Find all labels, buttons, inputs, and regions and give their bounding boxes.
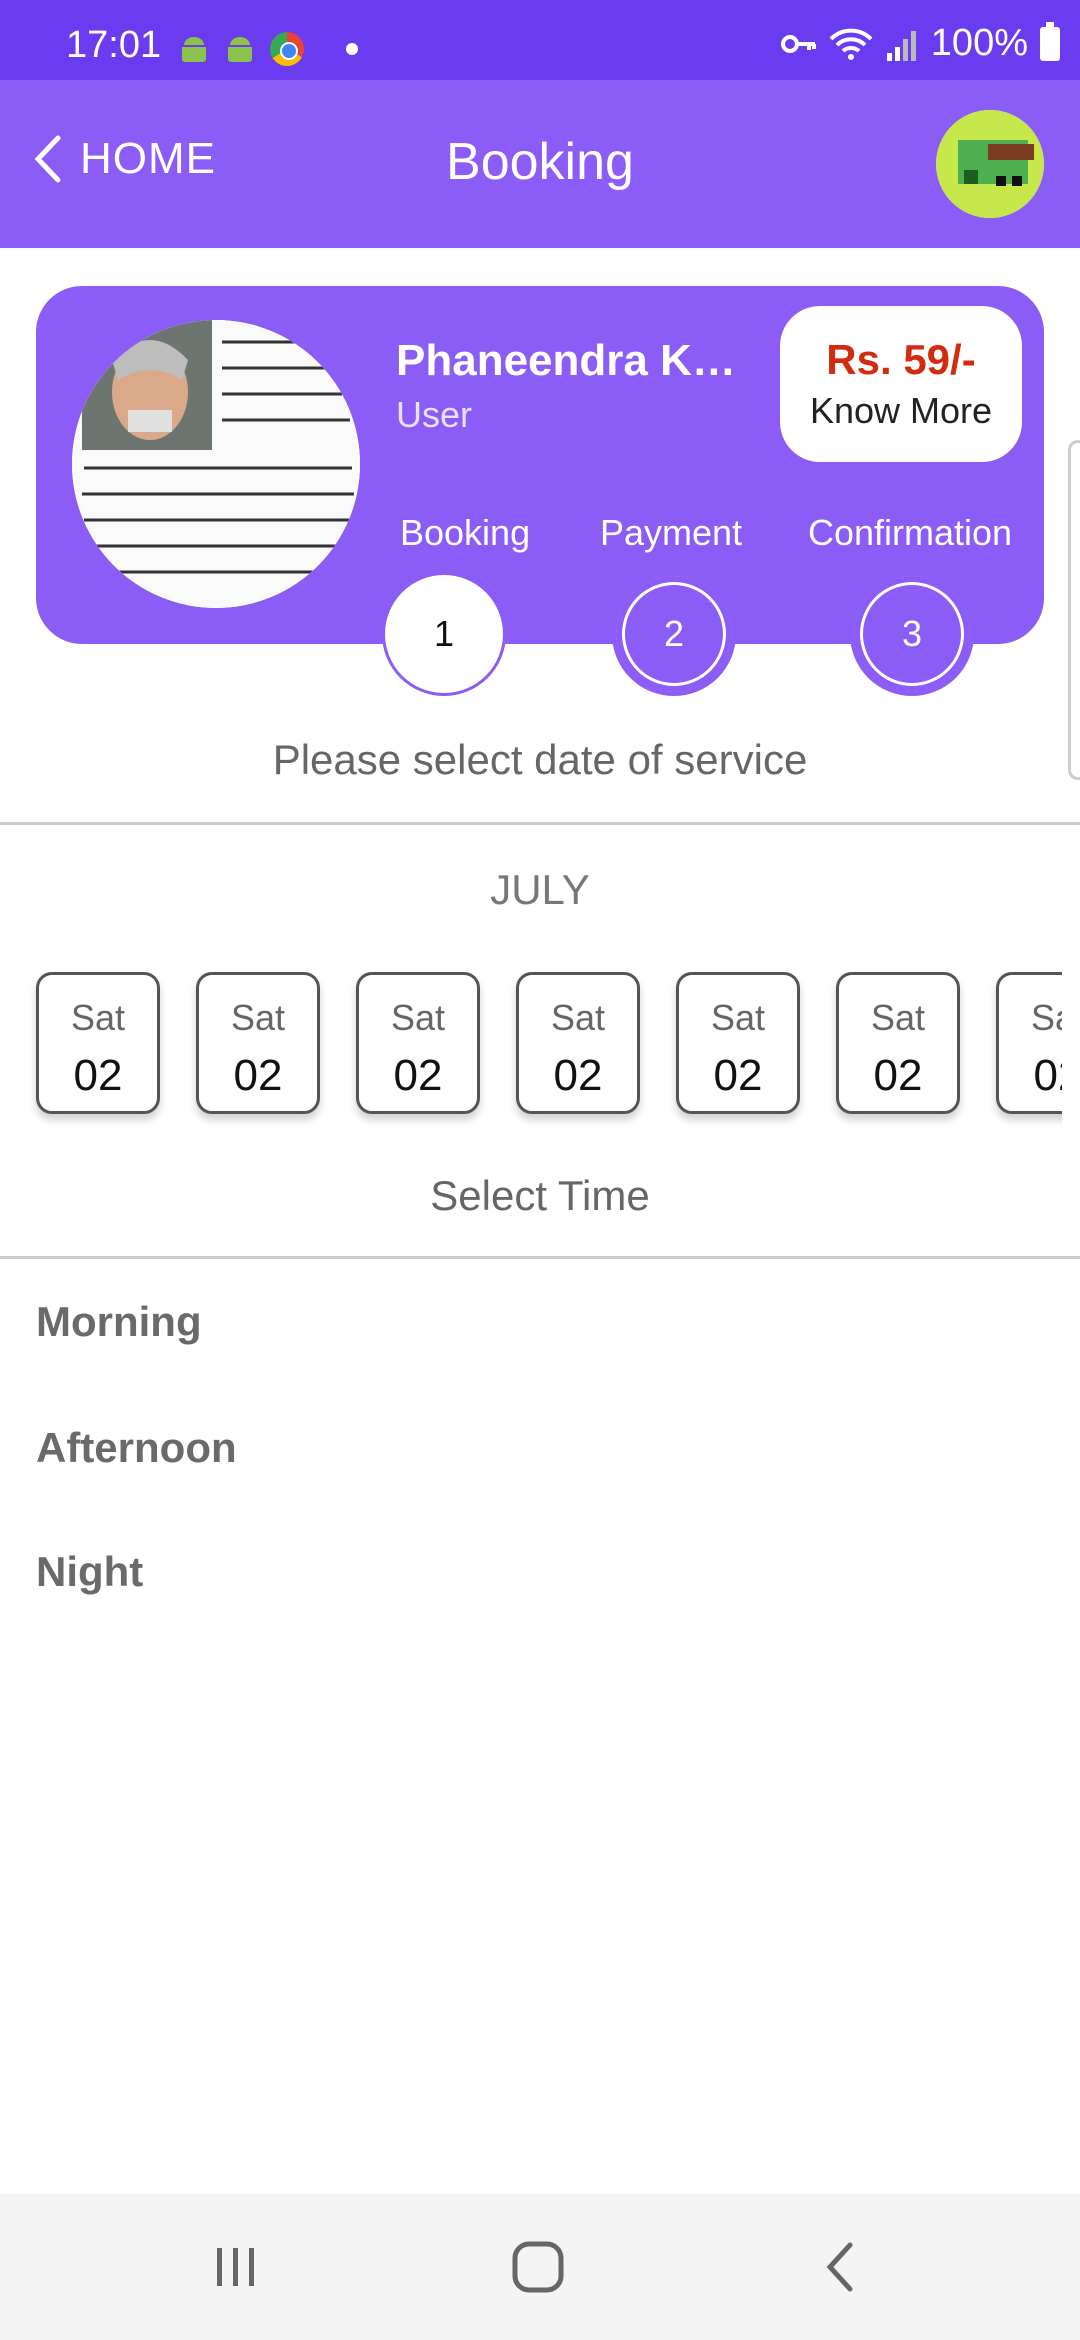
step-label-confirmation: Confirmation [808, 512, 1013, 553]
date-chip-day: Sat [710, 997, 766, 1038]
step-circle-payment: 2 [612, 572, 736, 696]
date-chip[interactable]: Sat 02 [996, 972, 1062, 1114]
home-button[interactable] [458, 2194, 618, 2340]
status-time: 17:01 [66, 24, 162, 66]
key-icon [780, 34, 816, 53]
back-icon [826, 2242, 853, 2292]
avatar-image-icon [936, 110, 1044, 218]
date-chip[interactable]: Sat 02 [36, 972, 160, 1114]
android-icon [228, 37, 252, 62]
page-title: Booking [446, 133, 634, 191]
date-chip[interactable]: Sat 02 [836, 972, 960, 1114]
date-chip[interactable]: Sat 02 [516, 972, 640, 1114]
date-chip-day: Sat [390, 997, 446, 1038]
date-strip[interactable]: Sat 02 Sat 02 Sat 02 Sat 02 Sat 02 Sat 0… [0, 960, 1062, 1130]
app-bar: HOME Booking [0, 80, 1080, 248]
dot-icon [346, 43, 358, 55]
signal-icon [886, 30, 916, 61]
date-chip-number: 02 [1033, 1051, 1062, 1100]
date-chip-day: Sat [70, 997, 126, 1038]
time-slot-night[interactable]: Night [36, 1548, 143, 1596]
chrome-icon [270, 32, 304, 66]
battery-icon [1040, 21, 1060, 61]
date-chip-day: Sat [230, 997, 286, 1038]
date-chip-number: 02 [873, 1051, 923, 1100]
time-slot-morning[interactable]: Morning [36, 1298, 202, 1346]
profile-photo [72, 320, 360, 608]
date-prompt: Please select date of service [272, 736, 808, 783]
back-button[interactable] [760, 2194, 920, 2340]
date-chip-number: 02 [73, 1051, 123, 1100]
date-chip-day: Sat [1030, 997, 1062, 1038]
recent-apps-icon [217, 2248, 254, 2286]
date-chip-number: 02 [713, 1051, 763, 1100]
home-icon [512, 2241, 564, 2293]
profile-photo-icon [72, 320, 360, 608]
select-time-title: Select Time [430, 1172, 650, 1219]
price-amount: Rs. 59/- [826, 336, 976, 383]
date-chip[interactable]: Sat 02 [356, 972, 480, 1114]
step-label-payment: Payment [600, 512, 743, 553]
step-label-booking: Booking [400, 512, 531, 553]
date-chip-day: Sat [550, 997, 606, 1038]
status-right: 100% [780, 21, 1060, 65]
notification-icons [178, 32, 358, 66]
system-nav-bar [0, 2194, 1080, 2340]
step-circle-booking: 1 [382, 572, 506, 696]
profile-role: User [396, 394, 473, 435]
recent-apps-button[interactable] [156, 2194, 316, 2340]
wifi-icon [829, 28, 873, 60]
date-chip-number: 02 [233, 1051, 283, 1100]
battery-text: 100% [930, 22, 1028, 64]
time-slot-afternoon[interactable]: Afternoon [36, 1424, 237, 1472]
status-bar: 17:01 100% [0, 0, 1080, 80]
step-circle-confirmation: 3 [850, 572, 974, 696]
side-drawer-handle[interactable] [1068, 440, 1080, 780]
divider [0, 822, 1080, 825]
month-label: JULY [490, 866, 590, 913]
profile-name: Phaneendra Kum... [396, 336, 756, 385]
profile-card: Phaneendra Kum... User Rs. 59/- Know Mor… [36, 286, 1044, 696]
date-chip[interactable]: Sat 02 [196, 972, 320, 1114]
date-chip[interactable]: Sat 02 [676, 972, 800, 1114]
divider [0, 1256, 1080, 1259]
android-icon [182, 37, 206, 62]
know-more-link: Know More [809, 390, 993, 431]
date-chip-day: Sat [870, 997, 926, 1038]
user-avatar[interactable] [936, 110, 1044, 218]
date-chip-number: 02 [393, 1051, 443, 1100]
date-chip-number: 02 [553, 1051, 603, 1100]
price-know-more-button[interactable]: Rs. 59/- Know More [780, 306, 1022, 462]
